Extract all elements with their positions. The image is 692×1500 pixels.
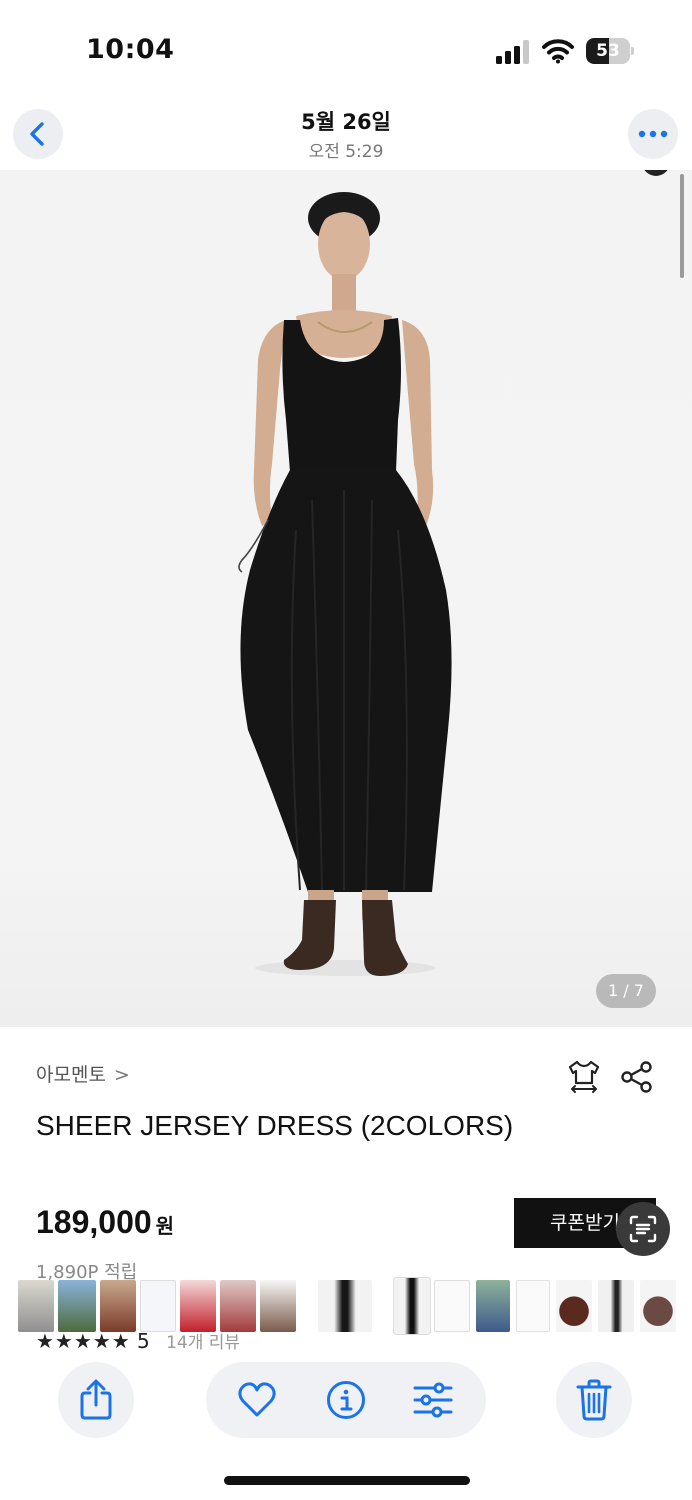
model-in-dress-photo	[238, 170, 668, 976]
edit-button[interactable]	[412, 1379, 454, 1421]
thumbnail[interactable]	[100, 1280, 136, 1332]
brand-link[interactable]: 아모멘토 >	[36, 1060, 130, 1087]
thumbnail[interactable]	[640, 1280, 676, 1332]
battery-indicator: 53	[586, 38, 634, 64]
thumbnail[interactable]	[140, 1280, 176, 1332]
thumbnail[interactable]	[260, 1280, 296, 1332]
screenshot-image[interactable]: 1 / 7 아모멘토 > SHEER JERSEY DRESS (2COLORS)…	[0, 170, 692, 1350]
thumbnail[interactable]	[18, 1280, 54, 1332]
share-icon[interactable]	[620, 1060, 654, 1094]
product-image[interactable]: 1 / 7	[0, 170, 692, 1027]
thumbnail[interactable]	[58, 1280, 96, 1332]
favorite-button[interactable]	[236, 1379, 278, 1421]
rating-value: 5	[137, 1329, 150, 1350]
thumbnail[interactable]	[598, 1280, 634, 1332]
share-icon	[80, 1379, 112, 1420]
adjust-icon	[413, 1382, 453, 1418]
more-button[interactable]	[628, 109, 678, 159]
ellipsis-icon	[638, 130, 668, 138]
thumbnail[interactable]	[220, 1280, 256, 1332]
bottom-toolbar	[0, 1350, 692, 1500]
cellular-signal-icon	[496, 40, 529, 64]
heart-icon	[238, 1382, 276, 1417]
thumbnail[interactable]	[476, 1280, 510, 1332]
delete-button[interactable]	[556, 1362, 632, 1438]
info-button[interactable]	[325, 1379, 367, 1421]
size-guide-shirt-icon[interactable]	[566, 1058, 602, 1094]
image-counter: 1 / 7	[596, 974, 656, 1008]
photo-time: 오전 5:29	[308, 142, 384, 162]
price-unit: 원	[155, 1216, 175, 1238]
thumbnail[interactable]	[516, 1280, 550, 1332]
thumbnail-strip[interactable]	[18, 1277, 692, 1335]
status-time: 10:04	[86, 34, 175, 65]
home-indicator	[224, 1476, 470, 1485]
photo-actions-group	[206, 1362, 486, 1438]
status-bar: 10:04 53	[0, 0, 692, 100]
thumbnail[interactable]	[556, 1280, 592, 1332]
review-count: 14개 리뷰	[166, 1333, 241, 1350]
scroll-indicator	[680, 174, 684, 278]
chevron-right-icon: >	[113, 1064, 130, 1086]
live-text-button[interactable]	[616, 1202, 670, 1256]
thumbnail[interactable]	[318, 1280, 372, 1332]
product-title: SHEER JERSEY DRESS (2COLORS)	[36, 1110, 514, 1141]
rating-stars-icon: ★★★★★	[36, 1329, 131, 1350]
brand-name: 아모멘토	[36, 1064, 106, 1086]
thumbnail-current[interactable]	[393, 1277, 431, 1335]
live-text-icon	[629, 1215, 657, 1243]
thumbnail[interactable]	[434, 1280, 470, 1332]
info-icon	[327, 1381, 365, 1419]
product-price: 189,000 원	[36, 1204, 174, 1241]
trash-icon	[576, 1379, 612, 1421]
thumbnail[interactable]	[180, 1280, 216, 1332]
share-button[interactable]	[58, 1362, 134, 1438]
wifi-icon	[542, 39, 574, 64]
photo-header: 5월 26일 오전 5:29	[0, 100, 692, 170]
price-value: 189,000	[36, 1204, 152, 1240]
photo-date: 5월 26일	[301, 110, 391, 134]
battery-level: 53	[596, 41, 620, 61]
